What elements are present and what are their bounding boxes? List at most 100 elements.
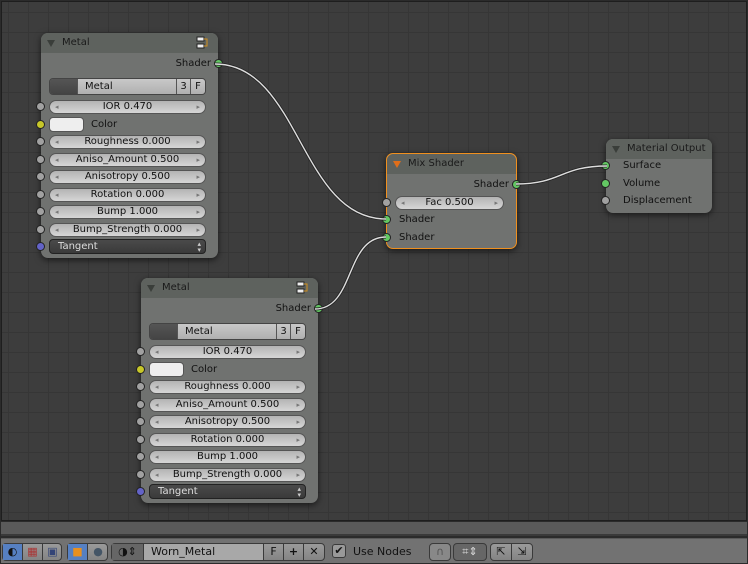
script-fake-user-button[interactable]: F [291,324,305,339]
surface-input-socket[interactable] [601,161,610,170]
node-title: Metal [162,282,190,293]
input-socket[interactable] [136,469,145,479]
input-socket[interactable] [36,102,45,111]
input-field[interactable]: Bump_Strength 0.000 [49,222,206,237]
snap-magnet-icon[interactable]: ∩ [429,543,451,561]
snap-mode-icon[interactable]: ⌗⇕ [453,543,487,561]
use-nodes-checkbox[interactable]: ✔ [332,544,346,558]
shader-input-socket-1[interactable] [382,215,391,224]
copy-nodes-icon[interactable]: ⇱ [491,544,512,560]
input-label: Volume [623,178,661,189]
input-socket[interactable] [136,399,145,409]
fac-field[interactable]: Fac 0.500 [395,196,504,210]
world-icon[interactable]: ● [88,544,108,560]
paste-nodes-icon[interactable]: ⇲ [512,544,532,560]
shader-output-socket[interactable] [314,304,323,313]
material-name-field[interactable]: Worn_Metal [144,544,264,560]
input-label: Shader [399,214,435,225]
input-socket[interactable] [36,172,45,181]
unlink-x-icon[interactable]: ✕ [304,544,324,560]
script-browse-icon[interactable] [50,79,78,94]
input-field[interactable]: Roughness 0.000 [49,135,206,149]
color-swatch[interactable] [49,116,84,132]
input-field[interactable]: Bump 1.000 [49,205,206,219]
node-title: Mix Shader [408,158,464,169]
input-field[interactable]: Bump 1.000 [149,450,306,464]
input-socket[interactable] [36,224,45,234]
input-field[interactable]: Rotation 0.000 [149,432,306,447]
script-selector: Metal 3 F [49,78,206,95]
input-socket[interactable] [136,434,145,444]
collapse-triangle-icon[interactable] [393,161,401,168]
shader-from-selector: ■ ● [67,543,108,561]
input-socket[interactable] [136,364,145,374]
script-users-count[interactable]: 3 [177,79,191,94]
node-header[interactable]: Mix Shader [387,154,516,174]
script-name-field[interactable]: Metal [78,79,177,94]
object-icon[interactable]: ■ [68,544,88,560]
script-browse-icon[interactable] [150,324,178,339]
input-socket[interactable] [36,119,45,129]
script-fake-user-button[interactable]: F [191,79,205,94]
shader-output-socket[interactable] [214,59,223,68]
clipboard-group: ⇱ ⇲ [490,543,533,561]
material-browse-icon[interactable]: ◑⇕ [112,544,144,560]
script-node-icon [196,36,208,49]
new-material-plus-icon[interactable]: + [284,544,304,560]
script-selector: Metal 3 F [149,323,306,340]
node-header[interactable]: Metal [41,33,218,53]
collapse-triangle-icon[interactable] [612,146,620,153]
input-field[interactable]: Aniso_Amount 0.500 [49,152,206,167]
input-socket[interactable] [36,154,45,164]
use-nodes-label: Use Nodes [353,545,412,558]
input-field[interactable]: IOR 0.470 [149,345,306,359]
object-shader-icon[interactable]: ◐ [3,544,23,560]
fac-input-socket[interactable] [382,198,391,207]
node-editor-header: ◐ ▦ ▣ ■ ● ◑⇕ Worn_Metal F + ✕ ✔ Use Node… [1,538,747,563]
fake-user-button[interactable]: F [264,544,284,560]
area-divider[interactable] [1,522,747,536]
collapse-triangle-icon[interactable] [47,40,55,47]
node-header[interactable]: Metal [141,278,318,298]
input-field[interactable]: Roughness 0.000 [149,380,306,394]
node-header[interactable]: Material Output [606,139,712,159]
input-socket[interactable] [136,487,145,496]
input-label: Shader [399,232,435,243]
input-socket[interactable] [136,452,145,461]
material-output-node[interactable]: Material Output Surface Volume Displacem… [601,139,712,213]
displacement-input-socket[interactable] [601,196,610,205]
input-field[interactable]: IOR 0.470 [49,100,206,114]
color-swatch[interactable] [149,361,184,377]
input-socket[interactable] [36,137,45,146]
input-field[interactable]: Rotation 0.000 [49,187,206,202]
metal-script-node[interactable]: Metal Shader Metal3FIOR 0.470ColorRoughn… [136,278,323,503]
input-field[interactable]: Anisotropy 0.500 [149,415,306,429]
compositing-icon[interactable]: ▣ [43,544,62,560]
node-title: Metal [62,37,90,48]
input-socket[interactable] [136,382,145,391]
metal-script-node[interactable]: Metal Shader Metal3FIOR 0.470ColorRoughn… [36,33,223,258]
shader-input-socket-2[interactable] [382,233,391,242]
input-label: Color [191,363,218,375]
input-label: Surface [623,160,662,171]
shader-output-socket[interactable] [512,180,521,189]
script-name-field[interactable]: Metal [178,324,277,339]
volume-input-socket[interactable] [601,179,610,188]
updown-arrow-icon: ▴ ▾ [297,485,301,499]
input-field[interactable]: Aniso_Amount 0.500 [149,397,306,412]
input-socket[interactable] [36,189,45,199]
node-title: Material Output [627,143,706,154]
input-socket[interactable] [36,207,45,216]
input-socket[interactable] [136,417,145,426]
script-users-count[interactable]: 3 [277,324,291,339]
input-label: Color [91,118,118,130]
tangent-dropdown[interactable]: Tangent ▴ ▾ [49,239,206,254]
collapse-triangle-icon[interactable] [147,285,155,292]
texture-shader-icon[interactable]: ▦ [23,544,43,560]
input-socket[interactable] [36,242,45,251]
input-socket[interactable] [136,347,145,356]
input-field[interactable]: Bump_Strength 0.000 [149,467,306,482]
tangent-dropdown[interactable]: Tangent ▴ ▾ [149,484,306,499]
input-field[interactable]: Anisotropy 0.500 [49,170,206,184]
mix-shader-node[interactable]: Mix Shader Shader Fac 0.500 Shader Shade… [382,153,521,249]
